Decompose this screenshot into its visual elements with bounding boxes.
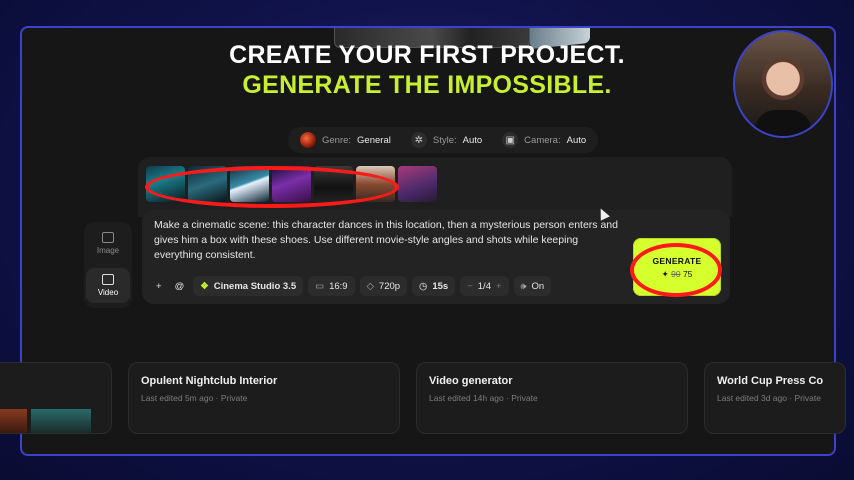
camera-icon: ▣ [502, 132, 519, 148]
generate-label: GENERATE [652, 256, 702, 266]
genre-value: General [357, 134, 391, 146]
decrement-button[interactable]: − [467, 281, 473, 292]
count-stepper: − 1/4 + [460, 276, 509, 296]
speaker-icon: 🕪 [520, 280, 527, 292]
camera-value: Auto [566, 134, 587, 146]
aspect-ratio-value: 16:9 [329, 280, 348, 292]
cost-value: 75 [682, 269, 693, 279]
reference-image[interactable] [230, 166, 269, 202]
reference-image[interactable] [314, 166, 353, 202]
prompt-input[interactable]: Make a cinematic scene: this character d… [154, 218, 624, 263]
project-card[interactable]: Video generator Last edited 14h ago · Pr… [416, 362, 688, 434]
generate-cost: ✦ 90 75 [633, 269, 721, 280]
project-meta: Last edited 3d ago · Private [717, 393, 821, 403]
mode-video-label: Video [97, 288, 119, 297]
duration-value: 15s [432, 280, 449, 292]
reference-image[interactable] [272, 166, 311, 202]
aspect-ratio-icon: ▭ [315, 280, 325, 292]
sparkle-icon: ✦ [661, 269, 669, 279]
duration-select[interactable]: ◷ 15s [412, 276, 456, 296]
model-icon: ❖ [200, 280, 209, 292]
audio-value: On [531, 280, 545, 292]
resolution-select[interactable]: ◇ 720p [359, 276, 408, 296]
presenter-webcam-overlay [733, 30, 833, 138]
aspect-ratio-select[interactable]: ▭ 16:9 [308, 276, 355, 296]
project-thumbnail [31, 409, 91, 433]
projects-list: Opulent Nightclub Interior Last edited 5… [0, 362, 854, 434]
mention-button[interactable]: @ [171, 276, 189, 296]
project-title: Video generator [429, 375, 513, 387]
video-icon [102, 274, 114, 285]
clock-icon: ◷ [419, 280, 428, 292]
project-meta: Last edited 14h ago · Private [429, 393, 538, 403]
mode-video-tab[interactable]: Video [86, 268, 130, 303]
camera-label: Camera: [524, 134, 561, 146]
increment-button[interactable]: + [496, 281, 502, 292]
project-card[interactable]: World Cup Press Co Last edited 3d ago · … [704, 362, 846, 434]
reference-images-strip [146, 166, 437, 202]
reference-image[interactable] [146, 166, 185, 202]
tag-icon: ◇ [366, 280, 374, 292]
genre-chip[interactable]: Genre: General [292, 129, 399, 151]
hero-headline: CREATE YOUR FIRST PROJECT. GENERATE THE … [0, 40, 854, 100]
mode-switcher: Image Video [84, 222, 132, 308]
genre-label: Genre: [322, 134, 352, 146]
project-card[interactable]: Opulent Nightclub Interior Last edited 5… [128, 362, 400, 434]
model-label: Cinema Studio 3.5 [213, 280, 297, 292]
project-thumbnail [0, 409, 27, 433]
count-value: 1/4 [477, 280, 491, 292]
genre-orb-icon [300, 132, 316, 148]
project-meta: Last edited 5m ago · Private [141, 393, 248, 403]
headline-line-2: GENERATE THE IMPOSSIBLE. [242, 71, 612, 99]
audio-toggle[interactable]: 🕪 On [513, 276, 552, 296]
resolution-value: 720p [378, 280, 401, 292]
presenter-shirt [755, 110, 811, 136]
reference-image[interactable] [398, 166, 437, 202]
add-button[interactable]: + [152, 276, 166, 296]
camera-chip[interactable]: ▣ Camera: Auto [494, 129, 594, 151]
style-label: Style: [432, 134, 457, 146]
style-value: Auto [462, 134, 483, 146]
project-title: Opulent Nightclub Interior [141, 375, 278, 387]
mode-image-tab[interactable]: Image [84, 232, 132, 255]
style-icon: ✲ [410, 132, 427, 148]
project-card[interactable] [0, 362, 112, 434]
old-cost: 90 [671, 269, 681, 279]
settings-chips: Genre: General ✲ Style: Auto ▣ Camera: A… [288, 127, 599, 153]
model-select[interactable]: ❖ Cinema Studio 3.5 [193, 276, 304, 296]
headline-line-1: CREATE YOUR FIRST PROJECT. [229, 41, 625, 69]
image-icon [102, 232, 114, 243]
reference-image[interactable] [188, 166, 227, 202]
prompt-toolbar: + @ ❖ Cinema Studio 3.5 ▭ 16:9 ◇ 720p ◷ … [152, 276, 552, 296]
style-chip[interactable]: ✲ Style: Auto [403, 129, 490, 151]
generate-button[interactable]: GENERATE ✦ 90 75 [633, 238, 721, 296]
mode-image-label: Image [96, 246, 120, 255]
project-title: World Cup Press Co [717, 375, 824, 387]
reference-image[interactable] [356, 166, 395, 202]
